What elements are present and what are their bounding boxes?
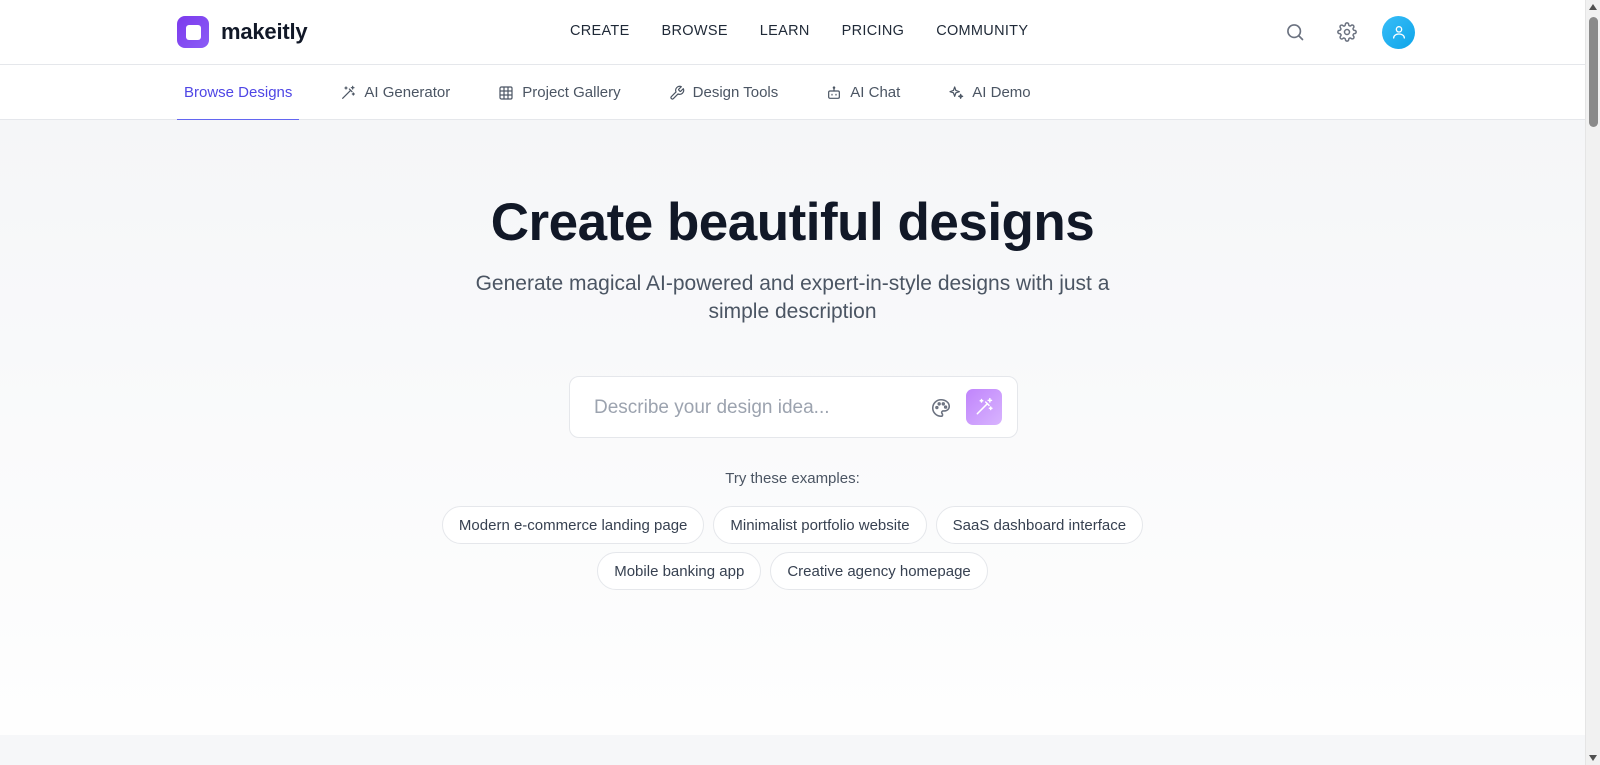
next-section [0,735,1585,765]
tab-label: Project Gallery [522,84,621,101]
nav-browse[interactable]: BROWSE [662,23,728,39]
tab-browse-designs[interactable]: Browse Designs [177,65,300,121]
gear-icon [1337,22,1357,42]
example-chip[interactable]: SaaS dashboard interface [935,506,1144,544]
example-chip[interactable]: Modern e-commerce landing page [441,506,705,544]
top-actions [1278,15,1415,49]
bot-icon [828,85,841,99]
hero-subtitle: Generate magical AI-powered and expert-i… [475,272,1110,323]
user-icon [1392,26,1405,39]
search-button[interactable] [1278,15,1312,49]
design-prompt-input[interactable] [594,393,914,423]
page-scrollbar[interactable] [1585,0,1600,765]
tab-label: Design Tools [692,84,779,101]
hero-title: Create beautiful designs [490,193,1095,252]
palette-icon [932,398,951,418]
avatar[interactable] [1382,15,1415,49]
logo-icon [177,16,209,48]
nav-learn[interactable]: LEARN [760,23,810,39]
example-chip[interactable]: Mobile banking app [597,552,762,590]
search-icon [1287,24,1304,41]
tab-ai-demo[interactable]: AI Demo [941,65,1037,120]
scroll-up-arrow-icon[interactable] [1589,4,1597,10]
hero-section: Create beautiful designs Generate magica… [0,120,1585,735]
grid-icon [499,85,513,100]
tab-ai-chat[interactable]: AI Chat [819,65,907,120]
tab-project-gallery[interactable]: Project Gallery [491,65,627,120]
tab-label: AI Generator [364,84,451,101]
logo-text: makeitly [221,19,308,44]
palette-button[interactable] [929,396,953,420]
examples-row: Modern e-commerce landing page Minimalis… [0,506,1585,544]
nav-community[interactable]: COMMUNITY [936,23,1028,39]
main-nav: CREATE BROWSE LEARN PRICING COMMUNITY [570,23,1028,39]
examples-row: Mobile banking app Creative agency homep… [0,552,1585,590]
top-bar: makeitly CREATE BROWSE LEARN PRICING COM… [0,0,1585,65]
examples-label: Try these examples: [725,470,860,487]
generate-button[interactable] [966,389,1002,425]
sub-nav: Browse Designs AI Generator Project Gall… [0,65,1585,121]
tab-label: Browse Designs [184,84,293,101]
logo[interactable]: makeitly [177,16,308,48]
example-chip[interactable]: Minimalist portfolio website [713,506,927,544]
example-chip[interactable]: Creative agency homepage [770,552,988,590]
settings-button[interactable] [1330,15,1364,49]
magic-wand-icon [976,397,993,415]
design-prompt-box [569,376,1018,438]
tab-label: AI Demo [972,84,1031,101]
wrench-icon [670,85,684,100]
tab-design-tools[interactable]: Design Tools [662,65,786,120]
tab-label: AI Chat [850,84,901,101]
nav-create[interactable]: CREATE [570,23,630,39]
tab-ai-generator[interactable]: AI Generator [333,65,457,120]
scrollbar-thumb[interactable] [1589,17,1598,127]
nav-pricing[interactable]: PRICING [842,23,905,39]
scroll-down-arrow-icon[interactable] [1589,755,1597,761]
sparkles-icon [949,85,964,99]
magic-wand-icon [342,85,356,99]
